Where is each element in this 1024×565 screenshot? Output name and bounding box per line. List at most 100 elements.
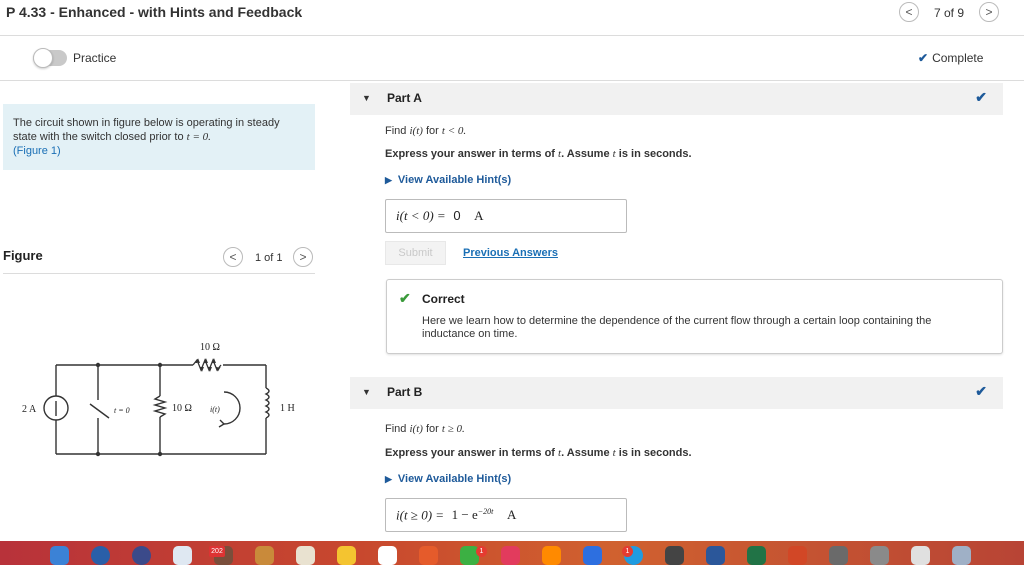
dock-app-icon[interactable] <box>173 546 192 565</box>
hint-label: View Available Hint(s) <box>397 473 512 485</box>
for-text: for <box>425 423 439 435</box>
find-math: i(t) <box>409 125 423 137</box>
dock-app-icon[interactable] <box>255 546 274 565</box>
part-b-question: Find i(t) for t ≥ 0. <box>385 423 465 435</box>
assume-var: t <box>612 447 616 459</box>
for-text: for <box>425 125 439 137</box>
dock-app-icon[interactable] <box>788 546 807 565</box>
answer-base: 1 − e <box>451 507 478 523</box>
check-icon: ✔ <box>975 383 987 399</box>
current-arrow <box>223 391 241 425</box>
dock-app-icon[interactable] <box>50 546 69 565</box>
answer-lhs: i(t ≥ 0) = <box>396 507 445 523</box>
answer-value: 0 <box>453 208 461 223</box>
express-text: Express your answer in terms of <box>385 148 555 160</box>
expand-triangle-icon: ▶ <box>385 474 392 484</box>
previous-problem-button[interactable]: < <box>899 2 919 22</box>
dock-app-icon[interactable] <box>665 546 684 565</box>
dock-app-icon[interactable] <box>419 546 438 565</box>
complete-label: Complete <box>932 51 984 65</box>
inductor-symbol <box>264 387 270 419</box>
source-label: 2 A <box>22 404 37 415</box>
figure-heading: Figure <box>3 248 43 263</box>
circuit-diagram: 2 A t = 0 10 Ω 10 Ω i(t) 1 H <box>22 342 295 457</box>
dock-notification-badge: 1 <box>476 546 487 557</box>
switch-label: t = 0 <box>114 406 130 415</box>
collapse-triangle-icon[interactable]: ▼ <box>362 93 371 103</box>
inductor-label: 1 H <box>280 403 295 414</box>
practice-label: Practice <box>73 51 117 65</box>
practice-toggle-knob[interactable] <box>33 48 53 68</box>
dock-notification-badge: 1 <box>622 546 633 557</box>
answer-exponent: −20t <box>477 507 494 516</box>
dock-app-icon[interactable] <box>132 546 151 565</box>
find-math: i(t) <box>409 423 423 435</box>
part-b-label: Part B <box>387 385 423 399</box>
assume-end-text: is in seconds. <box>618 148 692 160</box>
dock-app-icon[interactable] <box>952 546 971 565</box>
part-a-header[interactable]: ▼ Part A ✔ <box>350 83 1003 115</box>
page-title: P 4.33 - Enhanced - with Hints and Feedb… <box>6 4 303 20</box>
figure-prev-button[interactable]: < <box>223 247 243 267</box>
resistor-mid-symbol <box>152 395 168 418</box>
next-problem-button[interactable]: > <box>979 2 999 22</box>
dock-app-icon[interactable] <box>706 546 725 565</box>
previous-answers-link[interactable]: Previous Answers <box>463 247 558 259</box>
dock-app-icon[interactable] <box>583 546 602 565</box>
collapse-triangle-icon[interactable]: ▼ <box>362 387 371 397</box>
check-icon: ✔ <box>975 89 987 105</box>
dock-app-icon[interactable] <box>378 546 397 565</box>
dock-app-icon[interactable] <box>870 546 889 565</box>
condition-math: t ≥ 0. <box>441 423 465 435</box>
dock-app-icon[interactable] <box>91 546 110 565</box>
practice-divider <box>0 80 1024 81</box>
find-text: Find <box>385 125 407 137</box>
intro-math: t = 0. <box>186 131 211 143</box>
assume-var: t <box>612 148 616 160</box>
dock-app-icon[interactable] <box>501 546 520 565</box>
part-b-instructions: Express your answer in terms of t. Assum… <box>385 447 692 459</box>
part-a-answer-field[interactable]: i(t < 0) = 0 A <box>385 199 627 233</box>
dock-app-icon[interactable] <box>542 546 561 565</box>
answer-unit: A <box>507 507 517 523</box>
express-text: Express your answer in terms of <box>385 447 555 459</box>
dock-app-icon[interactable] <box>911 546 930 565</box>
find-text: Find <box>385 423 407 435</box>
dock-app-icon[interactable] <box>296 546 315 565</box>
feedback-text: Here we learn how to determine the depen… <box>422 315 932 340</box>
part-b-header[interactable]: ▼ Part B ✔ <box>350 377 1003 409</box>
submit-button[interactable]: Submit <box>385 241 446 265</box>
resistor-top-label: 10 Ω <box>200 342 220 353</box>
expand-triangle-icon: ▶ <box>385 175 392 185</box>
current-label: i(t) <box>210 405 220 414</box>
part-a-label: Part A <box>387 91 422 105</box>
part-a-instructions: Express your answer in terms of t. Assum… <box>385 148 692 160</box>
dock-app-icon[interactable] <box>337 546 356 565</box>
correct-check-icon: ✔ <box>399 290 411 306</box>
figure-link[interactable]: (Figure 1) <box>13 145 61 157</box>
part-b-answer-field[interactable]: i(t ≥ 0) = 1 − e−20t A <box>385 498 627 532</box>
completion-status: ✔ Complete <box>918 51 983 65</box>
part-b-hint-link[interactable]: ▶ View Available Hint(s) <box>385 473 511 485</box>
figure-counter: 1 of 1 <box>255 252 283 264</box>
dock-app-icon[interactable] <box>829 546 848 565</box>
header-divider <box>0 35 1024 36</box>
hint-label: View Available Hint(s) <box>397 174 512 186</box>
dock-app-icon[interactable] <box>747 546 766 565</box>
assume-text: . Assume <box>561 148 610 160</box>
feedback-box: ✔ Correct Here we learn how to determine… <box>386 279 1003 354</box>
answer-unit: A <box>474 208 484 223</box>
feedback-title: Correct <box>422 292 465 306</box>
problem-counter: 7 of 9 <box>934 6 965 20</box>
figure-divider <box>3 273 315 274</box>
condition-math: t < 0. <box>441 125 467 137</box>
calendar-date-label: 202 <box>209 546 225 557</box>
resistor-mid-label: 10 Ω <box>172 403 192 414</box>
check-icon: ✔ <box>918 51 929 65</box>
problem-intro: The circuit shown in figure below is ope… <box>3 104 315 170</box>
assume-text: . Assume <box>561 447 610 459</box>
part-a-hint-link[interactable]: ▶ View Available Hint(s) <box>385 174 511 186</box>
assume-end-text: is in seconds. <box>618 447 692 459</box>
answer-lhs: i(t < 0) = <box>396 208 446 223</box>
figure-next-button[interactable]: > <box>293 247 313 267</box>
